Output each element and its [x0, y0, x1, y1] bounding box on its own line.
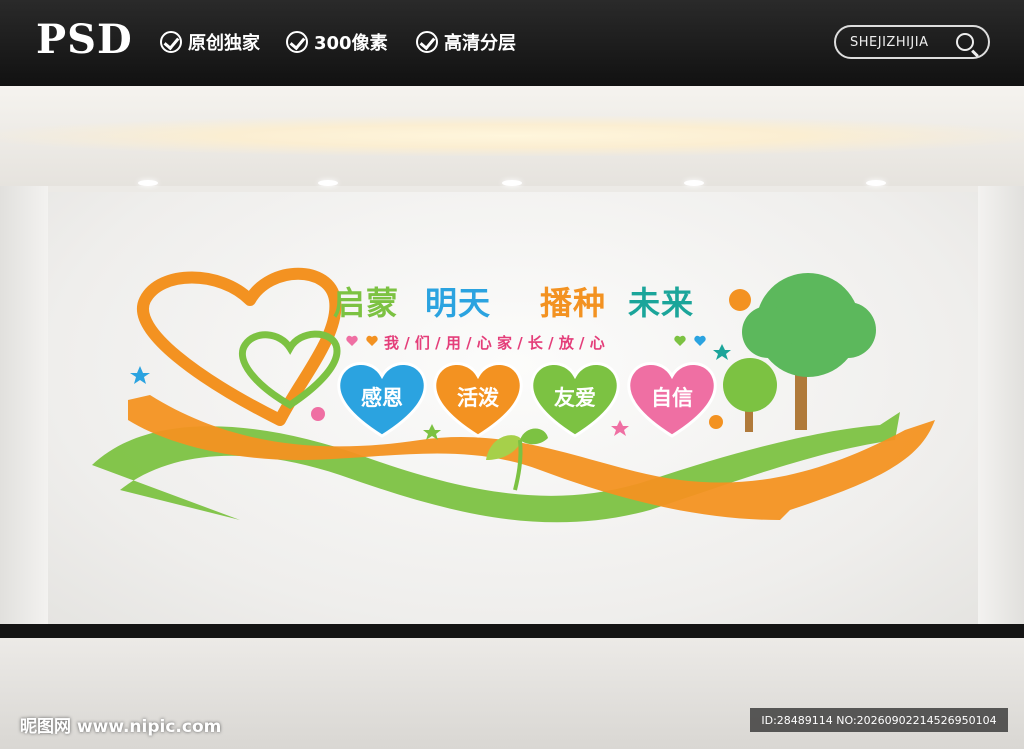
small-heart-icon: [346, 335, 358, 346]
tree-crown-big: [742, 306, 794, 358]
image-id-bar: ID:28489114 NO:20260902214526950104: [750, 708, 1008, 732]
flower-icon: [709, 415, 723, 429]
star-icon: [423, 424, 441, 440]
star-icon: [611, 420, 629, 436]
subtitle: 我 / 们 / 用 / 心 家 / 长 / 放 / 心: [384, 334, 605, 352]
tree-crown-small: [723, 358, 777, 412]
sprout-leaf-right: [520, 428, 548, 445]
watermark-text: 昵图网 www.nipic.com: [20, 717, 222, 737]
orange-heart-outline: [137, 267, 342, 426]
star-icon: [713, 344, 731, 360]
heart-confident-label: 自信: [651, 386, 693, 410]
heart-gratitude-label: 感恩: [361, 386, 403, 410]
title-future: 未来: [628, 284, 695, 322]
wall-artwork: [92, 267, 935, 523]
title-tomorrow: 明天: [425, 284, 492, 322]
title-sow: 播种: [540, 284, 607, 322]
star-icon: [130, 366, 150, 384]
flower-icon: [311, 407, 325, 421]
sun-icon: [729, 289, 751, 311]
tree-crown-big: [820, 302, 876, 358]
heart-friendly-label: 友爱: [554, 386, 596, 410]
small-heart-icon: [694, 335, 706, 346]
title-enlighten: 启蒙: [333, 284, 400, 322]
small-heart-icon: [366, 335, 378, 346]
heart-lively-label: 活泼: [457, 386, 499, 410]
small-heart-icon: [674, 335, 686, 346]
